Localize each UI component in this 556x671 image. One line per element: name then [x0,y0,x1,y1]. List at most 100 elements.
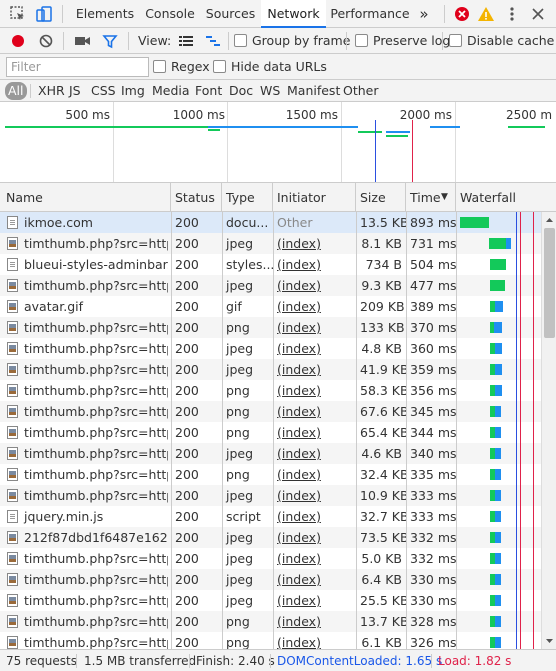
request-name[interactable]: jquery.min.js [20,506,168,527]
request-row[interactable]: timthumb.php?src=https... 200 png (index) 58… [0,380,541,401]
request-row[interactable]: timthumb.php?src=https... 200 png (index) 67… [0,401,541,422]
request-name[interactable]: timthumb.php?src=https... [20,611,168,632]
column-time[interactable]: Time ▼ [406,183,456,212]
request-initiator[interactable]: (index) [273,590,356,611]
request-initiator[interactable]: (index) [273,422,356,443]
request-name[interactable]: timthumb.php?src=https... [20,317,168,338]
request-initiator[interactable]: (index) [273,485,356,506]
request-initiator[interactable]: (index) [273,275,356,296]
request-name[interactable]: blueui-styles-adminbar.p... [20,254,168,275]
request-initiator[interactable]: (index) [273,359,356,380]
filter-input[interactable] [6,57,149,77]
request-name[interactable]: avatar.gif [20,296,168,317]
request-row[interactable]: timthumb.php?src=https... 200 png (index) 13… [0,317,541,338]
device-toolbar-icon[interactable] [34,4,54,24]
capture-screenshots-icon[interactable] [72,31,92,51]
large-rows-icon[interactable] [176,31,196,51]
request-row[interactable]: timthumb.php?src=https... 200 jpeg (index) 8… [0,233,541,254]
request-initiator[interactable]: (index) [273,317,356,338]
request-row[interactable]: jquery.min.js 200 script (index) 32.7 KB 333 … [0,506,541,527]
type-filter-css[interactable]: CSS [88,82,119,100]
request-name[interactable]: timthumb.php?src=https... [20,359,168,380]
column-size[interactable]: Size [356,183,406,212]
type-filter-js[interactable]: JS [66,82,84,100]
request-row[interactable]: timthumb.php?src=https... 200 jpeg (index) 4… [0,443,541,464]
request-row[interactable]: timthumb.php?src=https... 200 png (index) 32… [0,464,541,485]
tab-console[interactable]: Console [140,0,200,28]
close-icon[interactable] [528,4,548,24]
tab-network[interactable]: Network [261,0,326,28]
type-filter-xhr[interactable]: XHR [35,82,68,100]
request-name[interactable]: timthumb.php?src=https... [20,380,168,401]
request-initiator[interactable]: (index) [273,296,356,317]
clear-icon[interactable] [36,31,56,51]
request-initiator[interactable]: (index) [273,380,356,401]
column-waterfall[interactable]: Waterfall [456,183,556,212]
vertical-scrollbar[interactable] [541,212,556,649]
request-row[interactable]: timthumb.php?src=https... 200 png (index) 6.… [0,632,541,649]
request-name[interactable]: timthumb.php?src=https... [20,401,168,422]
request-initiator[interactable]: (index) [273,464,356,485]
type-filter-other[interactable]: Other [340,82,382,100]
request-initiator[interactable]: (index) [273,506,356,527]
record-icon[interactable] [8,31,28,51]
error-icon[interactable] [452,4,472,24]
filter-icon[interactable] [100,31,120,51]
request-name[interactable]: ikmoe.com [20,212,168,233]
request-row[interactable]: blueui-styles-adminbar.p... 200 styles...(… [0,254,541,275]
request-row[interactable]: timthumb.php?src=https... 200 jpeg (index) 4… [0,359,541,380]
timeline-overview[interactable]: 500 ms 1000 ms 1500 ms 2000 ms 2500 m [0,102,556,183]
request-row[interactable]: timthumb.php?src=https... 200 jpeg (index) 4… [0,338,541,359]
request-initiator[interactable]: (index) [273,443,356,464]
request-row[interactable]: 212f87dbd1f6487e1622e... 200 jpeg (index) 73… [0,527,541,548]
request-name[interactable]: timthumb.php?src=https... [20,632,168,649]
type-filter-media[interactable]: Media [149,82,193,100]
request-initiator[interactable]: (index) [273,233,356,254]
scrollbar-thumb[interactable] [544,228,555,338]
request-initiator[interactable]: (index) [273,632,356,649]
request-row[interactable]: timthumb.php?src=https... 200 jpeg (index) 6… [0,569,541,590]
overview-waterfall-icon[interactable] [203,31,223,51]
inspect-element-icon[interactable] [8,4,28,24]
request-name[interactable]: timthumb.php?src=https... [20,422,168,443]
request-name[interactable]: timthumb.php?src=https... [20,569,168,590]
type-filter-font[interactable]: Font [192,82,225,100]
type-filter-ws[interactable]: WS [257,82,283,100]
request-initiator[interactable]: (index) [273,254,356,275]
request-name[interactable]: timthumb.php?src=https... [20,275,168,296]
request-initiator[interactable]: (index) [273,338,356,359]
more-options-icon[interactable] [502,4,522,24]
type-filter-all[interactable]: All [5,82,27,100]
request-initiator[interactable]: (index) [273,401,356,422]
request-row[interactable]: timthumb.php?src=https... 200 jpeg (index) 1… [0,485,541,506]
column-type[interactable]: Type [222,183,273,212]
column-initiator[interactable]: Initiator [273,183,356,212]
scroll-down-icon[interactable] [543,635,556,647]
request-initiator[interactable]: (index) [273,548,356,569]
type-filter-manifest[interactable]: Manifest [284,82,343,100]
request-name[interactable]: timthumb.php?src=https... [20,548,168,569]
disable-cache-checkbox[interactable] [449,34,462,47]
request-initiator[interactable]: (index) [273,569,356,590]
request-row[interactable]: timthumb.php?src=https... 200 jpeg (index) 9… [0,275,541,296]
group-by-frame-checkbox[interactable] [234,34,247,47]
request-name[interactable]: timthumb.php?src=https... [20,485,168,506]
request-row[interactable]: timthumb.php?src=https... 200 jpeg (index) 5… [0,548,541,569]
type-filter-img[interactable]: Img [118,82,148,100]
request-row[interactable]: ikmoe.com 200 docu... Other 13.5 KB 893 ms [0,212,541,233]
regex-checkbox[interactable] [153,60,166,73]
more-tabs-button[interactable]: » [413,0,435,28]
request-row[interactable]: timthumb.php?src=https... 200 png (index) 65… [0,422,541,443]
tab-performance[interactable]: Performance [329,0,411,28]
tab-elements[interactable]: Elements [72,0,138,28]
request-name[interactable]: timthumb.php?src=https... [20,338,168,359]
column-name[interactable]: Name [0,183,171,212]
request-initiator[interactable]: (index) [273,611,356,632]
request-row[interactable]: avatar.gif 200 gif (index) 209 KB 389 ms [0,296,541,317]
request-name[interactable]: 212f87dbd1f6487e1622e... [20,527,168,548]
warning-icon[interactable] [476,4,496,24]
request-initiator[interactable]: (index) [273,527,356,548]
preserve-log-checkbox[interactable] [355,34,368,47]
request-row[interactable]: timthumb.php?src=https... 200 png (index) 13… [0,611,541,632]
request-row[interactable]: timthumb.php?src=https... 200 jpeg (index) 2… [0,590,541,611]
